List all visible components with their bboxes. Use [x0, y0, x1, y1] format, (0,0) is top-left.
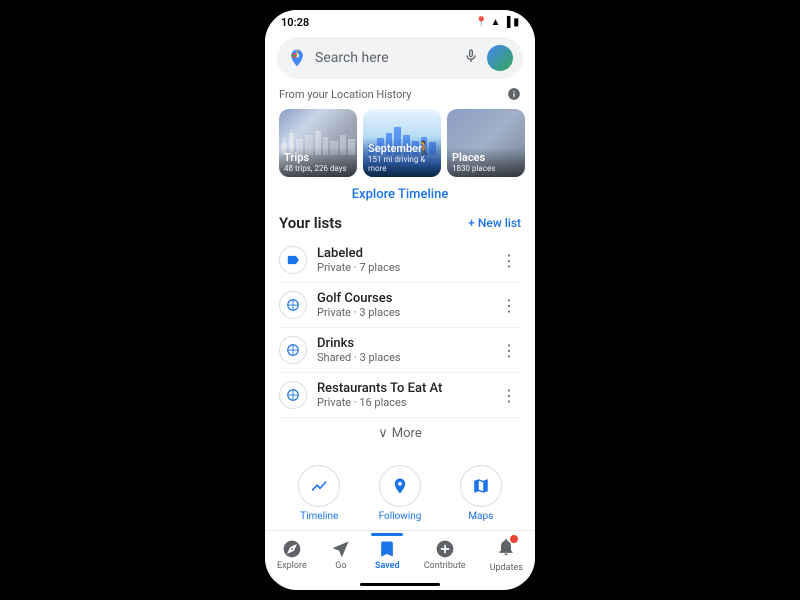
- golf-info: Golf Courses Private · 3 places: [317, 291, 487, 319]
- search-input[interactable]: Search here: [315, 50, 455, 66]
- maps-action-icon: [460, 465, 502, 507]
- drinks-icon: [279, 336, 307, 364]
- maps-action[interactable]: Maps: [460, 465, 502, 522]
- trips-subtitle: 48 trips, 226 days: [284, 164, 352, 173]
- trips-card[interactable]: Trips 48 trips, 226 days: [279, 109, 357, 177]
- places-title: Places: [452, 151, 520, 164]
- maps-action-label: Maps: [468, 511, 493, 522]
- labeled-more-button[interactable]: ⋮: [497, 249, 521, 272]
- september-card[interactable]: 🚶 September 151 mi driving & more: [363, 109, 441, 177]
- trips-title: Trips: [284, 151, 352, 164]
- list-item-labeled[interactable]: Labeled Private · 7 places ⋮: [279, 238, 521, 283]
- drinks-info: Drinks Shared · 3 places: [317, 336, 487, 364]
- drinks-meta: Shared · 3 places: [317, 351, 487, 364]
- places-card[interactable]: Places 1830 places: [447, 109, 525, 177]
- labeled-icon: [279, 246, 307, 274]
- updates-label: Updates: [490, 563, 523, 573]
- saved-active-bar: [371, 533, 403, 536]
- trips-card-overlay: Trips 48 trips, 226 days: [279, 147, 357, 177]
- labeled-meta: Private · 7 places: [317, 261, 487, 274]
- quick-actions: Timeline Following Maps: [265, 457, 535, 530]
- following-action-icon: [379, 465, 421, 507]
- nav-updates[interactable]: Updates: [490, 537, 523, 573]
- battery-icon: ▮: [513, 17, 519, 28]
- restaurants-icon: [279, 381, 307, 409]
- saved-icon: [377, 539, 397, 559]
- list-item-drinks[interactable]: Drinks Shared · 3 places ⋮: [279, 328, 521, 373]
- places-subtitle: 1830 places: [452, 164, 520, 173]
- your-lists-title: Your lists: [279, 214, 342, 232]
- mic-icon[interactable]: [463, 48, 479, 68]
- drinks-more-button[interactable]: ⋮: [497, 339, 521, 362]
- explore-label: Explore: [277, 561, 307, 571]
- go-label: Go: [335, 561, 346, 571]
- maps-logo-icon: [287, 48, 307, 68]
- time: 10:28: [281, 16, 309, 29]
- signal-icon: ▐: [503, 17, 510, 28]
- golf-icon: [279, 291, 307, 319]
- contribute-icon: [435, 539, 455, 559]
- new-list-button[interactable]: + New list: [468, 216, 521, 230]
- labeled-info: Labeled Private · 7 places: [317, 246, 487, 274]
- contribute-label: Contribute: [424, 561, 466, 571]
- go-icon: [331, 539, 351, 559]
- more-button[interactable]: ∨ More: [279, 418, 521, 449]
- drinks-name: Drinks: [317, 336, 487, 351]
- updates-badge: [510, 535, 518, 543]
- list-item-golf[interactable]: Golf Courses Private · 3 places ⋮: [279, 283, 521, 328]
- info-icon: [507, 87, 521, 101]
- restaurants-meta: Private · 16 places: [317, 396, 487, 409]
- avatar[interactable]: [487, 45, 513, 71]
- status-bar: 10:28 📍 ▲ ▐ ▮: [265, 10, 535, 31]
- location-icon: 📍: [475, 17, 487, 28]
- phone-frame: 10:28 📍 ▲ ▐ ▮ Search here: [265, 10, 535, 590]
- timeline-action-icon: [298, 465, 340, 507]
- lists-container: Labeled Private · 7 places ⋮ Golf Course…: [265, 238, 535, 457]
- restaurants-info: Restaurants To Eat At Private · 16 place…: [317, 381, 487, 409]
- your-lists-header: Your lists + New list: [265, 210, 535, 238]
- nav-explore[interactable]: Explore: [277, 539, 307, 571]
- golf-more-button[interactable]: ⋮: [497, 294, 521, 317]
- places-card-overlay: Places 1830 places: [447, 147, 525, 177]
- bottom-nav: Explore Go Saved Contribute: [265, 530, 535, 581]
- timeline-cards: Trips 48 trips, 226 days 🚶 September 151…: [265, 105, 535, 183]
- location-history-label: From your Location History: [265, 85, 535, 105]
- search-bar-wrapper: Search here: [265, 31, 535, 85]
- september-title: September: [368, 142, 436, 155]
- search-bar[interactable]: Search here: [277, 37, 523, 79]
- nav-contribute[interactable]: Contribute: [424, 539, 466, 571]
- explore-icon: [282, 539, 302, 559]
- timeline-action[interactable]: Timeline: [298, 465, 340, 522]
- restaurants-more-button[interactable]: ⋮: [497, 384, 521, 407]
- list-item-restaurants[interactable]: Restaurants To Eat At Private · 16 place…: [279, 373, 521, 418]
- chevron-down-icon: ∨: [378, 426, 388, 441]
- september-card-overlay: September 151 mi driving & more: [363, 138, 441, 177]
- following-action-label: Following: [379, 511, 422, 522]
- status-icons: 📍 ▲ ▐ ▮: [475, 17, 519, 28]
- nav-go[interactable]: Go: [331, 539, 351, 571]
- restaurants-name: Restaurants To Eat At: [317, 381, 487, 396]
- september-subtitle: 151 mi driving & more: [368, 155, 436, 173]
- wifi-icon: ▲: [490, 17, 500, 28]
- labeled-name: Labeled: [317, 246, 487, 261]
- saved-label: Saved: [375, 561, 400, 571]
- following-action[interactable]: Following: [379, 465, 422, 522]
- timeline-action-label: Timeline: [300, 511, 338, 522]
- home-indicator: [360, 583, 440, 586]
- golf-meta: Private · 3 places: [317, 306, 487, 319]
- explore-timeline-button[interactable]: Explore Timeline: [265, 183, 535, 210]
- nav-saved[interactable]: Saved: [375, 539, 400, 571]
- golf-name: Golf Courses: [317, 291, 487, 306]
